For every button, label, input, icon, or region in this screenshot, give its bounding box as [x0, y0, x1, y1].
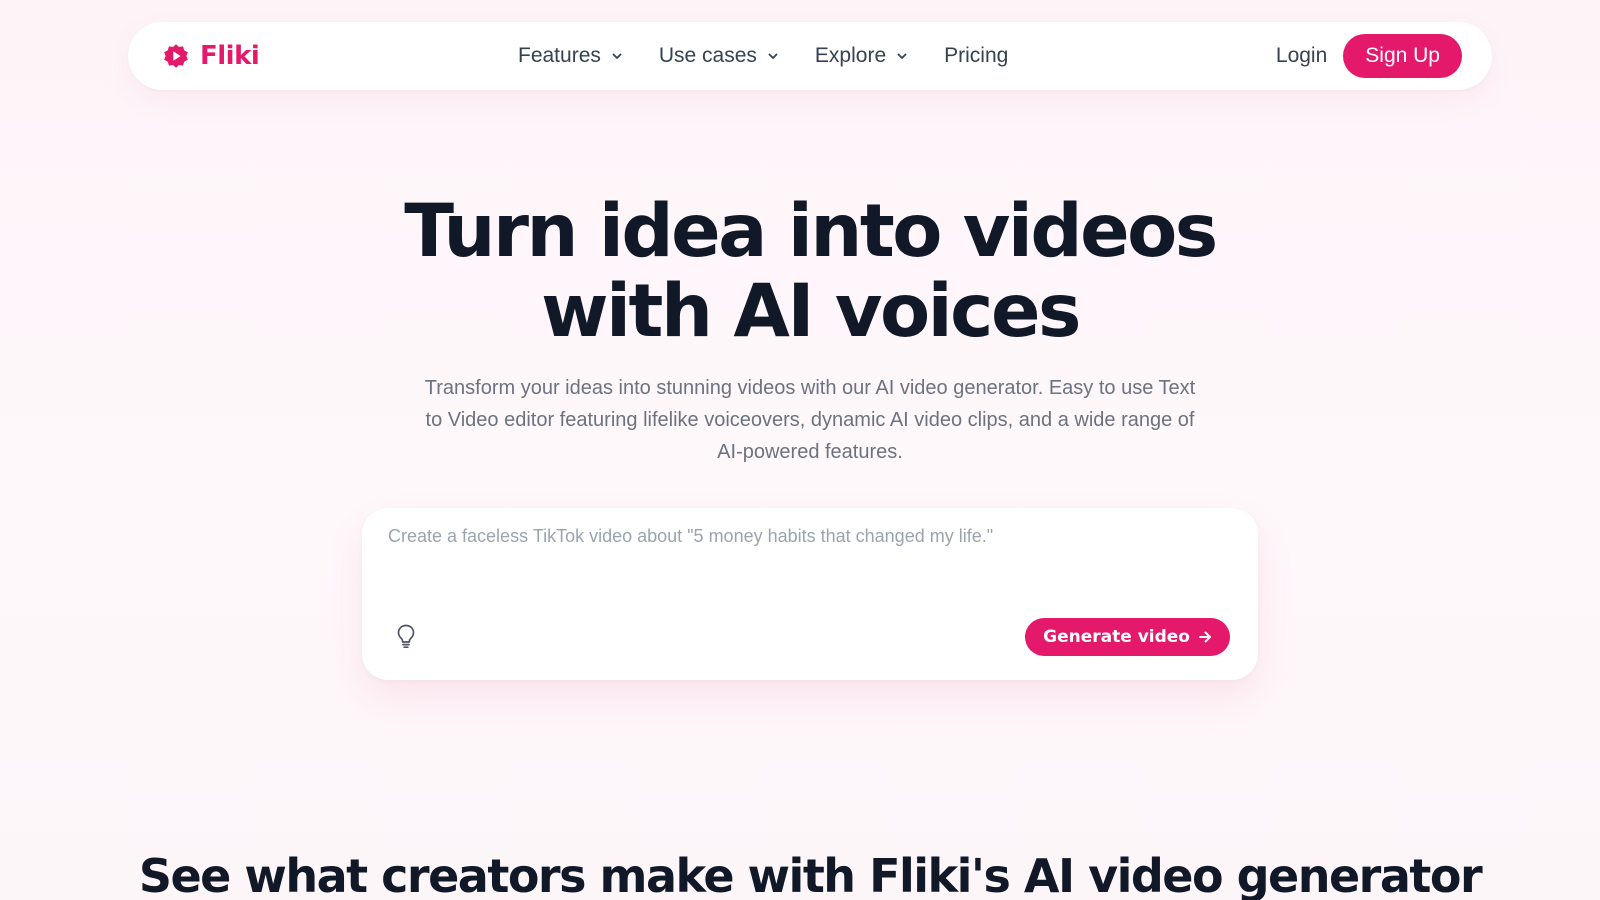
nav-features[interactable]: Features [518, 44, 623, 68]
hero-title-line-1: Turn idea into videos [404, 189, 1218, 274]
nav-use-cases-label: Use cases [658, 44, 757, 67]
nav-use-cases[interactable]: Use cases [659, 44, 779, 68]
arrow-right-icon [1199, 631, 1211, 643]
generate-video-label: Generate video [1043, 627, 1190, 647]
chevron-down-icon [897, 53, 907, 59]
signup-button[interactable]: Sign Up [1343, 34, 1462, 78]
idea-button[interactable] [390, 620, 422, 652]
login-link[interactable]: Login [1276, 44, 1327, 68]
brand-name: Fliki [200, 41, 260, 71]
hero-title-line-2: with AI voices [541, 269, 1081, 354]
nav-explore-label: Explore [814, 44, 887, 67]
nav-features-label: Features [518, 44, 601, 67]
lightbulb-icon [397, 624, 415, 649]
chevron-down-icon [768, 53, 778, 59]
fliki-logo-icon [164, 44, 188, 68]
chevron-down-icon [612, 53, 622, 59]
nav-pricing[interactable]: Pricing [944, 44, 1008, 68]
prompt-input[interactable] [388, 526, 1228, 586]
nav-explore[interactable]: Explore [815, 44, 908, 68]
brand-logo[interactable]: Fliki [162, 22, 260, 90]
hero-subtitle: Transform your ideas into stunning video… [424, 377, 1196, 463]
hero-title: Turn idea into videos with AI voices [0, 192, 1600, 352]
page: Fliki Features Use cases Explore Pricing… [0, 0, 1600, 900]
nav-pricing-label: Pricing [944, 44, 1009, 67]
generate-video-button[interactable]: Generate video [1025, 618, 1230, 656]
main-nav: Features Use cases Explore Pricing [518, 22, 1008, 90]
prompt-card: Generate video [362, 508, 1258, 680]
creators-section-title: See what creators make with Fliki's AI v… [138, 849, 1483, 900]
top-navbar: Fliki Features Use cases Explore Pricing… [128, 22, 1492, 90]
auth-actions: Login Sign Up [1276, 22, 1462, 90]
